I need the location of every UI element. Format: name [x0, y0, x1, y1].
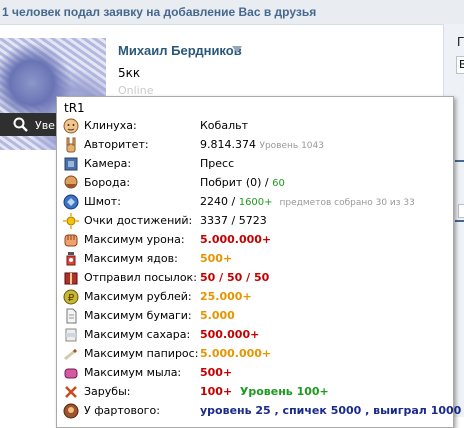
parcel-icon [64, 272, 78, 285]
right-column-mark [455, 160, 464, 162]
stat-label: Максимум мыла: [84, 366, 182, 379]
right-column-letter: Г [457, 34, 464, 49]
profile-status: 5кк [118, 66, 141, 80]
stat-value: 2240 / 1600+ предметов собрано 30 из 33 [200, 195, 415, 208]
stat-row-max-damage: Максимум урона: 5.000.000+ [57, 231, 453, 250]
bones-icon [65, 386, 77, 398]
camera-icon [64, 157, 78, 171]
stat-value: 500+ [200, 252, 233, 265]
stat-label: Максимум папирос: [84, 347, 199, 360]
stat-label: Максимум урона: [84, 233, 185, 246]
stat-row-max-paper: Максимум бумаги: 5.000 [57, 307, 453, 326]
stat-value: Кобальт [200, 119, 248, 132]
stat-label: Зарубы: [84, 385, 131, 398]
stat-extra: Уровень 100+ [239, 385, 329, 398]
profile-name-link[interactable]: Михаил Бердников [118, 43, 242, 58]
tooltip-title: tR1 [64, 101, 85, 115]
stat-value: 50 / 50 / 50 [200, 271, 270, 284]
stat-row-boroda: Борода: Побрит (0) / 60 [57, 174, 453, 193]
shmot-icon [63, 194, 79, 210]
hand-horns-icon [66, 137, 76, 153]
stat-label: Максимум рублей: [84, 290, 192, 303]
stat-row-avtoritet: Авторитет: 9.814.374 Уровень 1043 [57, 136, 453, 155]
stat-label: Максимум бумаги: [84, 309, 192, 322]
stat-value: 500.000+ [200, 328, 260, 341]
right-column-mark [455, 220, 464, 222]
stat-value: 25.000+ [200, 290, 252, 303]
player-stats-tooltip: tR1 Клинуха: Кобальт Авторитет: 9.814.37… [56, 96, 461, 428]
sun-badge-icon [63, 213, 79, 229]
coin-icon: ₽ [63, 289, 79, 305]
svg-text:₽: ₽ [68, 293, 75, 304]
right-column-input-letter: В [459, 58, 464, 71]
zoom-icon[interactable] [12, 116, 30, 134]
stat-value: 5.000 [200, 309, 235, 322]
face-icon [63, 118, 79, 134]
cigarette-icon [64, 348, 78, 361]
fist-icon [64, 234, 78, 247]
beard-icon [64, 175, 78, 189]
stat-row-achievements: Очки достижений: 3337 / 5723 [57, 212, 453, 231]
friend-request-text[interactable]: 1 человек подал заявку на добавление Вас… [2, 5, 316, 19]
stat-extra: 1600+ [238, 197, 273, 208]
paper-icon [66, 308, 77, 324]
stat-row-max-papirosy: Максимум папирос: 5.000.000+ [57, 345, 453, 364]
stat-value: уровень 25 , спичек 5000 , выиграл 1000 [200, 404, 462, 417]
stat-label: Шмот: [84, 195, 121, 208]
stat-value: Пресс [200, 157, 235, 170]
stat-row-max-poison: Максимум ядов: 500+ [57, 250, 453, 269]
stat-label: Борода: [84, 176, 131, 189]
stat-extra2: предметов собрано 30 из 33 [279, 198, 415, 208]
poison-icon [66, 252, 76, 266]
stat-label: Авторитет: [84, 138, 149, 151]
stat-label: Клинуха: [84, 119, 137, 132]
friend-request-notice[interactable]: 1 человек подал заявку на добавление Вас… [0, 0, 464, 25]
stat-label: Максимум ядов: [84, 252, 178, 265]
stat-label: Очки достижений: [84, 214, 193, 227]
stat-row-max-sugar: Максимум сахара: 500.000+ [57, 326, 453, 345]
stat-value: 100+ Уровень 100+ [200, 385, 329, 398]
stat-row-klikuha: Клинуха: Кобальт [57, 117, 453, 136]
stat-row-zaruby: Зарубы: 100+ Уровень 100+ [57, 383, 453, 402]
stat-value: 9.814.374 Уровень 1043 [200, 138, 324, 151]
photo-enlarge-label[interactable]: Уве [35, 119, 55, 132]
stat-value: 5.000.000+ [200, 347, 272, 360]
stat-value: Побрит (0) / 60 [200, 176, 285, 189]
sugar-icon [65, 328, 77, 342]
stat-label: Максимум сахара: [84, 328, 191, 341]
stat-extra: Уровень 1043 [259, 141, 324, 151]
stat-row-lucky: У фартового: уровень 25 , спичек 5000 , … [57, 402, 461, 421]
stat-row-shmot: Шмот: 2240 / 1600+ предметов собрано 30 … [57, 193, 453, 212]
stat-row-kamera: Камера: Пресс [57, 155, 453, 174]
stat-label: Отправил посылок: [84, 271, 197, 284]
stat-label: У фартового: [84, 404, 160, 417]
stat-value: 500+ [200, 366, 233, 379]
stat-label: Камера: [84, 157, 132, 170]
right-column-input[interactable]: В [456, 56, 464, 74]
right-column-checkbox[interactable] [458, 204, 464, 218]
soap-icon [64, 368, 78, 379]
stat-row-parcels: Отправил посылок: 50 / 50 / 50 [57, 269, 453, 288]
stat-row-max-soap: Максимум мыла: 500+ [57, 364, 453, 383]
stat-row-max-rubles: ₽ Максимум рублей: 25.000+ [57, 288, 453, 307]
stat-value: 5.000.000+ [200, 233, 272, 246]
chevron-down-icon[interactable] [232, 46, 242, 53]
stat-value: 3337 / 5723 [200, 214, 267, 227]
stat-extra: 60 [272, 178, 285, 189]
